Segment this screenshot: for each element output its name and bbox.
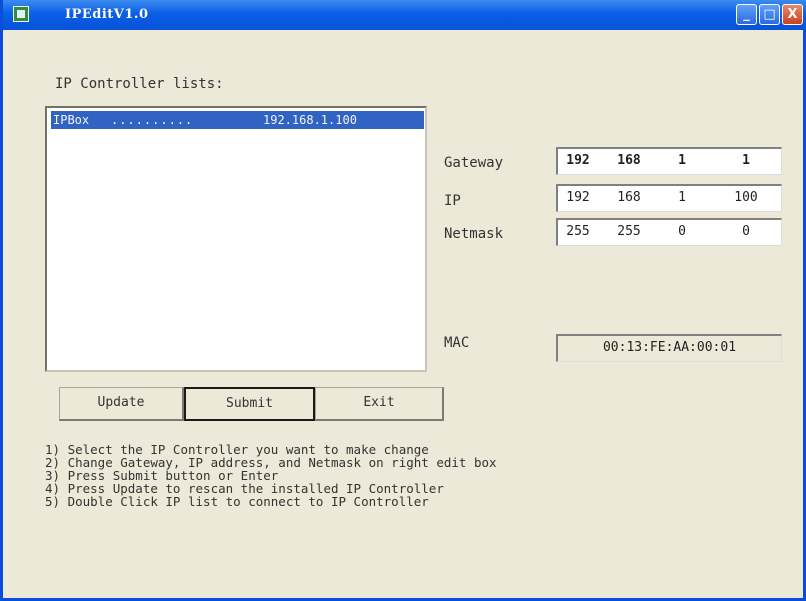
netmask-octet-3[interactable]: 0 [662,224,702,239]
ip-octet-1[interactable]: 192 [558,190,598,205]
gateway-octet-2[interactable]: 168 [609,153,649,168]
gateway-octet-4[interactable]: 1 [726,153,766,168]
mac-label: MAC [444,335,470,351]
minimize-button[interactable]: _ [736,4,757,25]
exit-button[interactable]: Exit [315,387,444,421]
app-icon [13,6,29,22]
gateway-octet-3[interactable]: 1 [662,153,702,168]
maximize-button[interactable]: □ [759,4,780,25]
ip-octet-4[interactable]: 100 [726,190,766,205]
update-button[interactable]: Update [59,387,184,421]
ip-octet-2[interactable]: 168 [609,190,649,205]
list-item[interactable]: IPBox .......... 192.168.1.100 [51,111,424,129]
close-button[interactable]: X [782,4,803,25]
netmask-octet-4[interactable]: 0 [726,224,766,239]
gateway-field[interactable]: 192 168 1 1 [556,147,782,175]
netmask-label: Netmask [444,226,504,242]
netmask-octet-1[interactable]: 255 [558,224,598,239]
list-item-dots: .......... [111,113,194,127]
title-bar[interactable]: IPEditV1.0 _ □ X [3,0,806,30]
ip-controller-list[interactable]: IPBox .......... 192.168.1.100 [45,106,427,372]
ip-label: IP [444,193,461,209]
ip-octet-3[interactable]: 1 [662,190,702,205]
netmask-field[interactable]: 255 255 0 0 [556,218,782,246]
instructions: 1) Select the IP Controller you want to … [45,443,497,508]
window-title: IPEditV1.0 [65,7,149,22]
mac-field: 00:13:FE:AA:00:01 [556,334,782,362]
list-item-name: IPBox [53,113,90,127]
ip-field[interactable]: 192 168 1 100 [556,184,782,212]
gateway-octet-1[interactable]: 192 [558,153,598,168]
gateway-label: Gateway [444,155,504,171]
netmask-octet-2[interactable]: 255 [609,224,649,239]
list-item-address: 192.168.1.100 [263,113,357,127]
instruction-line: 5) Double Click IP list to connect to IP… [45,494,429,509]
submit-button[interactable]: Submit [184,387,315,421]
list-title: IP Controller lists: [55,76,224,92]
app-window: IPEditV1.0 _ □ X IP Controller lists: IP… [0,0,806,601]
